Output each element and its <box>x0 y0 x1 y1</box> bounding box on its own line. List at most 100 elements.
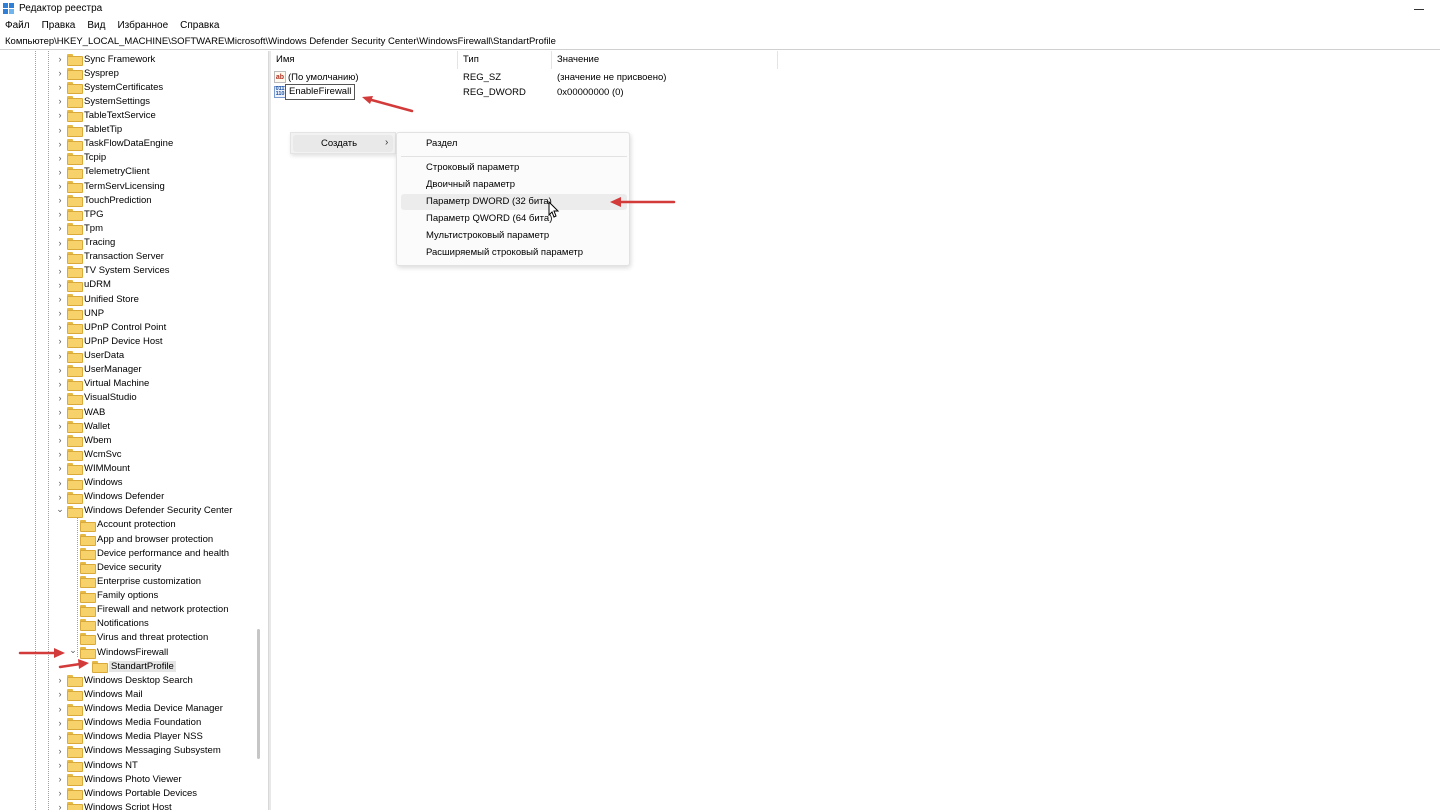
tree-item[interactable]: App and browser protection <box>68 532 213 547</box>
chevron-right-icon[interactable]: › <box>55 419 65 433</box>
chevron-right-icon[interactable]: › <box>55 236 65 250</box>
chevron-right-icon[interactable]: › <box>55 772 65 786</box>
tree-item[interactable]: › Windows Media Player NSS <box>55 730 203 744</box>
tree-item[interactable]: › TableTextService <box>55 108 156 123</box>
tree-item[interactable]: › WcmSvc <box>55 447 121 462</box>
tree-item[interactable]: › Sync Framework <box>55 52 155 66</box>
chevron-right-icon[interactable]: › <box>55 52 65 66</box>
chevron-right-icon[interactable]: › <box>55 405 65 419</box>
tree-item[interactable]: › UPnP Control Point <box>55 320 166 335</box>
submenu-item[interactable]: Мультистроковый параметр <box>401 228 627 244</box>
chevron-right-icon[interactable]: › <box>55 320 65 334</box>
tree-item[interactable]: › Windows Messaging Subsystem <box>55 744 221 758</box>
tree-item[interactable]: › TermServLicensing <box>55 179 165 194</box>
tree-item[interactable]: › SystemCertificates <box>55 80 163 95</box>
submenu-item[interactable]: Параметр DWORD (32 бита) <box>401 194 627 210</box>
menu-view[interactable]: Вид <box>81 18 111 34</box>
tree-item[interactable]: › Transaction Server <box>55 250 164 264</box>
tree-item[interactable]: › Windows NT <box>55 758 138 772</box>
chevron-right-icon[interactable]: › <box>55 730 65 744</box>
chevron-right-icon[interactable]: › <box>55 278 65 292</box>
tree-item[interactable]: Account protection <box>68 518 176 532</box>
chevron-right-icon[interactable]: › <box>55 94 65 108</box>
chevron-right-icon[interactable]: › <box>55 221 65 235</box>
chevron-down-icon[interactable]: ⌄ <box>55 504 65 518</box>
tree-item[interactable]: › Windows Media Device Manager <box>55 702 223 716</box>
chevron-right-icon[interactable]: › <box>55 165 65 179</box>
chevron-right-icon[interactable]: › <box>55 758 65 772</box>
tree-item[interactable]: ⌄ Windows Defender Security Center <box>55 504 232 518</box>
chevron-right-icon[interactable]: › <box>55 292 65 306</box>
chevron-right-icon[interactable]: › <box>55 207 65 221</box>
tree-item[interactable]: › Wallet <box>55 419 110 434</box>
submenu-item[interactable]: Расширяемый строковый параметр <box>401 245 627 261</box>
value-row[interactable]: ab (По умолчанию) REG_SZ (значение не пр… <box>271 71 971 85</box>
tree-item[interactable]: Device security <box>68 560 161 575</box>
chevron-right-icon[interactable]: › <box>55 476 65 490</box>
chevron-right-icon[interactable]: › <box>55 687 65 701</box>
chevron-right-icon[interactable]: › <box>55 349 65 363</box>
submenu-item[interactable]: Строковый параметр <box>401 160 627 176</box>
chevron-right-icon[interactable]: › <box>55 461 65 475</box>
tree-item[interactable]: Virus and threat protection <box>68 631 208 645</box>
chevron-right-icon[interactable]: › <box>55 744 65 758</box>
chevron-right-icon[interactable]: › <box>55 490 65 504</box>
rename-input[interactable]: EnableFirewall <box>285 84 356 100</box>
chevron-right-icon[interactable]: › <box>55 264 65 278</box>
chevron-right-icon[interactable]: › <box>55 716 65 730</box>
tree-item[interactable]: › UserData <box>55 349 124 363</box>
tree-item[interactable]: StandartProfile <box>80 659 176 674</box>
tree-item[interactable]: › Unified Store <box>55 292 139 307</box>
column-header-value[interactable]: Значение <box>552 51 778 69</box>
tree-item[interactable]: › UNP <box>55 306 104 321</box>
tree-item[interactable]: › WIMMount <box>55 461 130 476</box>
submenu-item[interactable]: Параметр QWORD (64 бита) <box>401 211 627 227</box>
tree-item[interactable]: › Windows Defender <box>55 490 164 504</box>
menu-favorites[interactable]: Избранное <box>111 18 174 34</box>
chevron-right-icon[interactable]: › <box>55 80 65 94</box>
tree-item[interactable]: Family options <box>68 589 158 603</box>
tree-item[interactable]: › Windows <box>55 476 123 490</box>
tree-item[interactable]: › Windows Desktop Search <box>55 673 193 688</box>
chevron-right-icon[interactable]: › <box>55 66 65 80</box>
tree-item[interactable]: › WAB <box>55 405 105 419</box>
tree-item[interactable]: › TPG <box>55 207 104 222</box>
chevron-right-icon[interactable]: › <box>55 306 65 320</box>
tree-item[interactable]: › uDRM <box>55 278 111 292</box>
tree-item[interactable]: › Windows Portable Devices <box>55 786 197 801</box>
tree-scrollbar-thumb[interactable] <box>257 629 260 759</box>
chevron-right-icon[interactable]: › <box>55 137 65 151</box>
menu-item-create[interactable]: Создать › <box>293 135 393 152</box>
tree-item[interactable]: › Windows Media Foundation <box>55 716 201 730</box>
tree-item[interactable]: › TaskFlowDataEngine <box>55 137 173 151</box>
chevron-right-icon[interactable]: › <box>55 363 65 377</box>
tree-item[interactable]: Device performance and health <box>68 546 229 561</box>
tree-item[interactable]: › Windows Mail <box>55 687 143 702</box>
tree-item[interactable]: › Tcpip <box>55 151 106 165</box>
tree-item[interactable]: › TabletTip <box>55 123 122 137</box>
tree-item[interactable]: Firewall and network protection <box>68 603 228 617</box>
submenu-item[interactable]: Раздел <box>401 136 627 152</box>
tree-item[interactable]: › Virtual Machine <box>55 377 149 391</box>
tree-item[interactable]: › UserManager <box>55 363 142 377</box>
menu-help[interactable]: Справка <box>174 18 225 34</box>
chevron-right-icon[interactable]: › <box>55 447 65 461</box>
chevron-right-icon[interactable]: › <box>55 193 65 207</box>
tree-item[interactable]: › TV System Services <box>55 264 170 278</box>
address-path[interactable]: Компьютер\HKEY_LOCAL_MACHINE\SOFTWARE\Mi… <box>5 36 556 47</box>
tree-item[interactable]: › Wbem <box>55 433 111 448</box>
chevron-right-icon[interactable]: › <box>55 334 65 348</box>
tree-item[interactable]: Notifications <box>68 617 149 631</box>
tree-item[interactable]: › TelemetryClient <box>55 165 149 179</box>
tree-item[interactable]: › Sysprep <box>55 66 119 81</box>
chevron-right-icon[interactable]: › <box>55 108 65 122</box>
tree-item[interactable]: › TouchPrediction <box>55 193 152 208</box>
chevron-right-icon[interactable]: › <box>55 391 65 405</box>
tree-item[interactable]: › Windows Script Host <box>55 800 172 810</box>
chevron-right-icon[interactable]: › <box>55 250 65 264</box>
tree-item[interactable]: › Windows Photo Viewer <box>55 772 182 787</box>
chevron-right-icon[interactable]: › <box>55 800 65 810</box>
chevron-right-icon[interactable]: › <box>55 786 65 800</box>
address-bar[interactable]: Компьютер\HKEY_LOCAL_MACHINE\SOFTWARE\Mi… <box>0 34 1440 50</box>
tree-item[interactable]: › SystemSettings <box>55 94 150 109</box>
